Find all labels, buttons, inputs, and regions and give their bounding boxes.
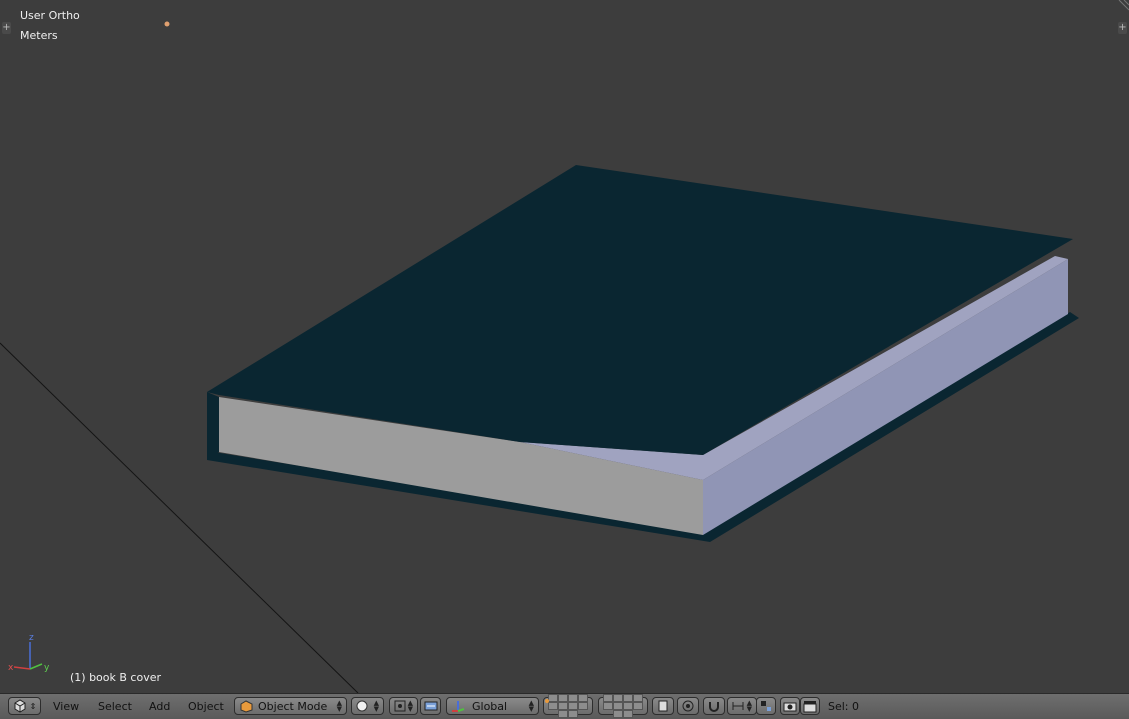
opengl-animation-button[interactable] — [800, 697, 820, 715]
3d-view-header: ⇕ View Select Add Object Object Mode ▲ ▼ … — [0, 693, 1129, 719]
snap-element-dropdown[interactable]: ▲ ▼ — [727, 697, 757, 715]
active-object-label: (1) book B cover — [70, 671, 162, 684]
layer-lock-icon — [658, 700, 668, 712]
selection-status: Sel: 0 — [828, 700, 860, 713]
layer-buttons-left[interactable] — [543, 694, 593, 718]
transform-orientation-icon — [452, 701, 465, 712]
object-mode-icon — [240, 699, 253, 713]
book-spine-edge — [207, 392, 219, 460]
3d-viewport[interactable]: z x y User Ortho Meters + + (1) book B c… — [0, 0, 1129, 693]
pivot-dropdown[interactable]: ▲ ▼ — [389, 697, 418, 715]
menu-view[interactable]: View — [53, 700, 79, 713]
lock-camera-button[interactable] — [652, 697, 674, 715]
pivot-icon — [394, 700, 406, 712]
snap-toggle[interactable] — [703, 697, 725, 715]
scene-canvas[interactable]: z x y — [0, 0, 1129, 693]
menu-object[interactable]: Object — [188, 700, 224, 713]
magnet-icon — [709, 702, 719, 712]
dropdown-arrows-icon: ▲ ▼ — [528, 699, 534, 713]
snap-target-icon — [761, 701, 771, 711]
layer-buttons-right[interactable] — [598, 694, 648, 718]
mode-label: Object Mode — [258, 699, 328, 713]
axis-z-label: z — [29, 633, 34, 643]
solid-shading-icon — [356, 700, 368, 712]
snap-increment-icon — [732, 702, 744, 710]
snap-target-button[interactable] — [756, 697, 776, 715]
dropdown-arrows-icon: ▲ ▼ — [373, 699, 379, 713]
orientation-dropdown[interactable]: Global ▲ ▼ — [446, 697, 539, 715]
lamp-point[interactable] — [164, 21, 170, 27]
clapperboard-icon — [803, 701, 817, 713]
proportional-edit-button[interactable] — [677, 697, 699, 715]
opengl-render-button[interactable] — [780, 697, 800, 715]
menu-select[interactable]: Select — [98, 700, 132, 713]
shading-dropdown[interactable]: ▲ ▼ — [351, 697, 384, 715]
dropdown-arrows-icon: ▲ ▼ — [746, 699, 752, 713]
dropdown-arrows-icon: ▲ ▼ — [336, 699, 342, 713]
proportional-edit-icon — [682, 700, 694, 712]
properties-toggle-icon[interactable]: + — [1118, 22, 1127, 34]
axis-y-label: y — [44, 663, 50, 673]
toolshelf-toggle-icon[interactable]: + — [2, 22, 11, 34]
units-label: Meters — [20, 29, 58, 42]
manipulator-icon — [424, 701, 437, 711]
orientation-label: Global — [472, 699, 508, 713]
cube-icon — [14, 699, 26, 713]
axis-gizmo: z x y — [8, 633, 50, 673]
menu-add[interactable]: Add — [149, 700, 170, 713]
editor-type-button[interactable]: ⇕ — [8, 697, 41, 715]
area-split-corner[interactable] — [1115, 0, 1129, 14]
axis-x-label: x — [8, 663, 14, 673]
manipulator-toggle[interactable] — [420, 697, 441, 715]
mode-dropdown[interactable]: Object Mode ▲ ▼ — [234, 697, 347, 715]
dropdown-arrows-icon: ▲ ▼ — [407, 699, 413, 713]
chevron-updown-icon: ⇕ — [29, 701, 37, 711]
view-name-label: User Ortho — [20, 9, 80, 22]
book-front-cover[interactable] — [207, 165, 1073, 455]
active-layer-dot — [545, 699, 549, 703]
camera-icon — [783, 702, 797, 712]
